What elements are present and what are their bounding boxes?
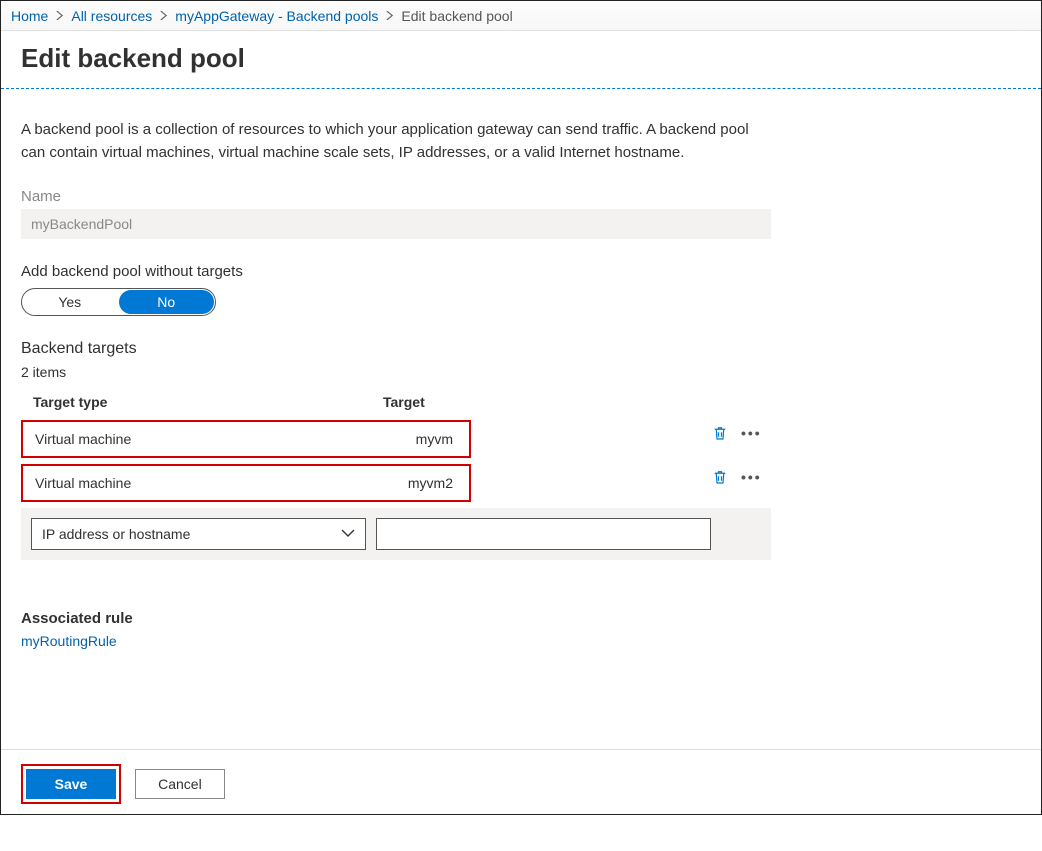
associated-rule-label: Associated rule [21, 610, 1041, 627]
delete-icon[interactable] [711, 424, 729, 442]
row-target: myvm2 [365, 475, 457, 491]
breadcrumb-link-backend-pools[interactable]: myAppGateway - Backend pools [175, 8, 378, 24]
breadcrumb-link-all-resources[interactable]: All resources [71, 8, 152, 24]
add-target-row: IP address or hostname [21, 508, 771, 560]
no-targets-label: Add backend pool without targets [21, 263, 1041, 280]
chevron-right-icon [385, 11, 394, 20]
name-label: Name [21, 188, 1041, 205]
more-icon[interactable]: ••• [741, 425, 762, 441]
chevron-right-icon [159, 11, 168, 20]
chevron-down-icon [341, 526, 355, 543]
target-type-select[interactable]: IP address or hostname [31, 518, 366, 550]
target-value-input[interactable] [376, 518, 711, 550]
breadcrumb-link-home[interactable]: Home [11, 8, 48, 24]
backend-targets-count: 2 items [21, 364, 1041, 380]
row-type: Virtual machine [35, 475, 365, 491]
page-title: Edit backend pool [21, 43, 1021, 74]
delete-icon[interactable] [711, 468, 729, 486]
row-type: Virtual machine [35, 431, 365, 447]
toggle-no[interactable]: No [119, 290, 215, 314]
breadcrumb: Home All resources myAppGateway - Backen… [1, 1, 1041, 31]
table-row: Virtual machine myvm [21, 420, 471, 458]
chevron-right-icon [55, 11, 64, 20]
col-header-target: Target [383, 394, 759, 410]
breadcrumb-current: Edit backend pool [401, 8, 512, 24]
page-description: A backend pool is a collection of resour… [21, 119, 771, 164]
row-target: myvm [365, 431, 457, 447]
associated-rule-link[interactable]: myRoutingRule [21, 633, 117, 649]
col-header-type: Target type [33, 394, 383, 410]
target-type-placeholder: IP address or hostname [42, 526, 190, 542]
save-button[interactable]: Save [26, 769, 116, 799]
table-row: Virtual machine myvm2 [21, 464, 471, 502]
toggle-yes[interactable]: Yes [22, 289, 118, 315]
no-targets-toggle[interactable]: Yes No [21, 288, 216, 316]
cancel-button[interactable]: Cancel [135, 769, 225, 799]
backend-targets-heading: Backend targets [21, 340, 1041, 358]
more-icon[interactable]: ••• [741, 469, 762, 485]
name-field: myBackendPool [21, 209, 771, 239]
